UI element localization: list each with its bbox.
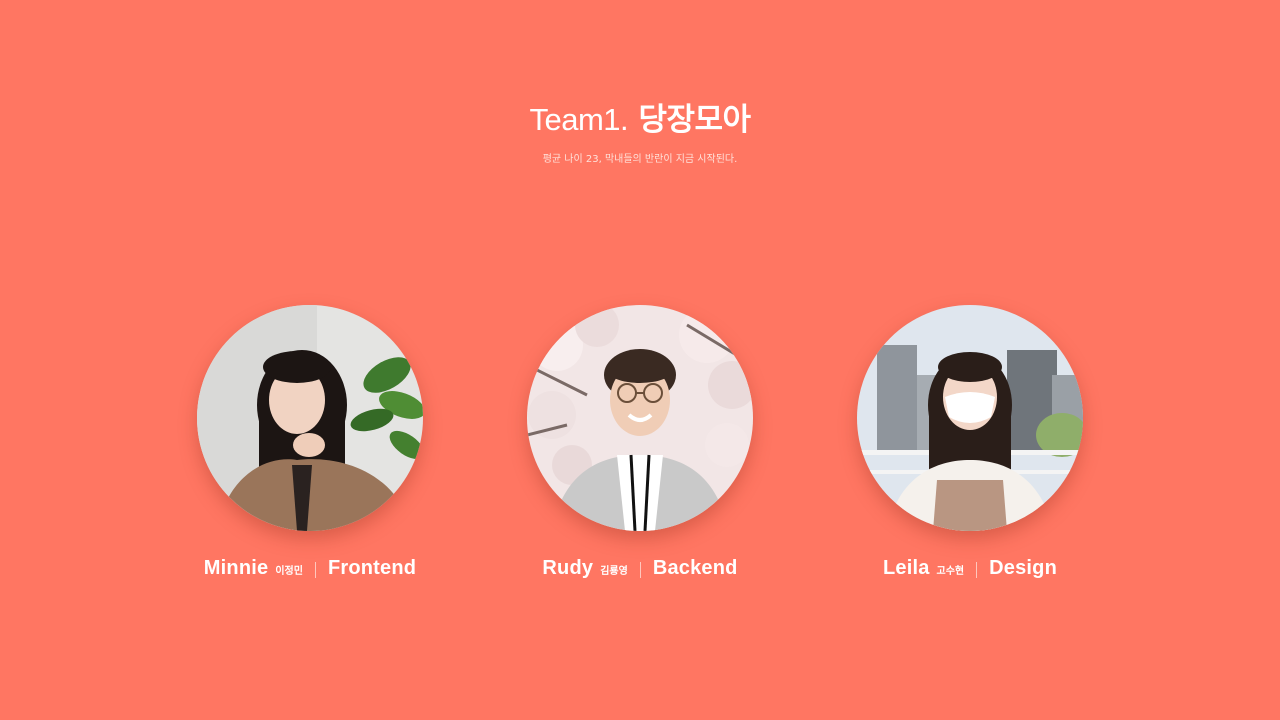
member-korean-name: 이정민 (275, 566, 303, 577)
member-name: Leila (882, 557, 930, 579)
avatar-leila-photo (857, 305, 1083, 531)
member-card-leila: Leila 고수현 Design (820, 305, 1120, 583)
member-role: Design (989, 557, 1058, 579)
member-card-minnie: Minnie 이정민 Frontend (160, 305, 460, 583)
avatar-minnie-photo (197, 305, 423, 531)
member-name: Rudy (542, 557, 594, 579)
team-subtitle: 평균 나이 23, 막내들의 반란이 지금 시작된다. (542, 154, 738, 165)
member-role: Backend (652, 557, 738, 579)
member-caption-rudy: Rudy 김룡영 Backend (490, 557, 790, 583)
member-list: Minnie 이정민 Frontend Rudy 김룡영 Backend Lei… (0, 305, 1280, 605)
member-card-rudy: Rudy 김룡영 Backend (490, 305, 790, 583)
member-caption-leila: Leila 고수현 Design (820, 557, 1120, 583)
team-name: 당장모아 (638, 102, 751, 138)
member-name: Minnie (203, 557, 269, 579)
member-korean-name: 고수현 (936, 566, 965, 577)
avatar-rudy (527, 305, 753, 531)
member-caption-minnie: Minnie 이정민 Frontend (160, 557, 460, 583)
avatar-rudy-photo (527, 305, 753, 531)
caption-divider (314, 562, 316, 578)
team-label: Team1. (529, 102, 629, 137)
member-role: Frontend (327, 557, 417, 579)
team-header: Team1. 당장모아 평균 나이 23, 막내들의 반란이 지금 시작된다. (0, 100, 1280, 167)
caption-divider (639, 562, 641, 578)
member-korean-name: 김룡영 (600, 566, 628, 577)
caption-divider (976, 562, 978, 578)
page-title: Team1. 당장모아 (0, 100, 1280, 140)
avatar-leila (857, 305, 1083, 531)
avatar-minnie (197, 305, 423, 531)
